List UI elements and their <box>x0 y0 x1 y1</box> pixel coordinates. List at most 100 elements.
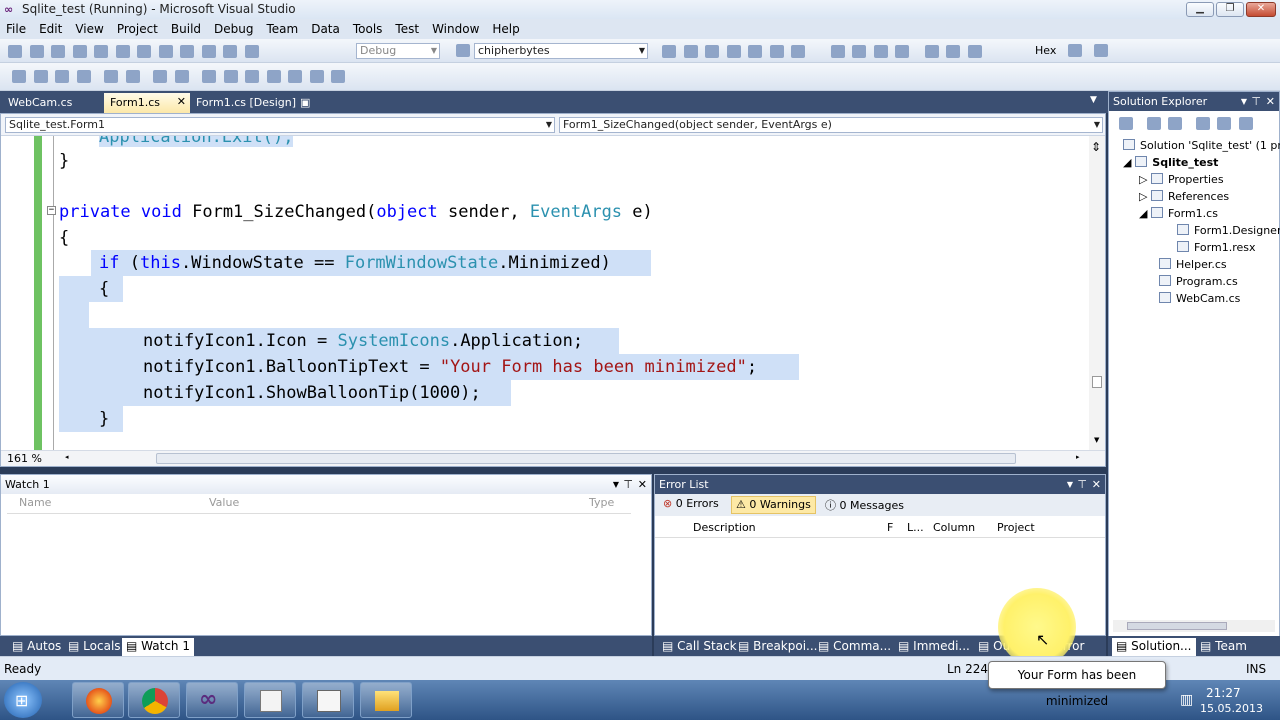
close-tab-icon[interactable]: ✕ <box>177 95 186 108</box>
pane-menu-icon[interactable]: ▼ <box>1067 475 1073 494</box>
menu-debug[interactable]: Debug <box>214 22 253 36</box>
close-button[interactable]: ✕ <box>1246 2 1276 17</box>
messages-filter-button[interactable]: ⓘ 0 Messages <box>821 496 908 514</box>
tab-breakpoints[interactable]: ▤ Breakpoi... <box>734 638 822 656</box>
scroll-right-icon[interactable]: ▸ <box>1076 453 1080 461</box>
column-name[interactable]: Name <box>19 496 51 509</box>
code-area[interactable]: − Application.Exit(); } private void For… <box>1 136 1089 450</box>
close-pane-icon[interactable]: ✕ <box>1266 92 1275 111</box>
menu-build[interactable]: Build <box>171 22 201 36</box>
stop-icon[interactable] <box>873 44 888 58</box>
menu-help[interactable]: Help <box>492 22 519 36</box>
pause-icon[interactable] <box>852 44 866 58</box>
tree-item-project[interactable]: ◢ Sqlite_test <box>1123 156 1218 169</box>
tree-item-references[interactable]: ▷ References <box>1139 190 1229 203</box>
tree-item-form1[interactable]: ◢ Form1.cs <box>1139 207 1218 220</box>
vertical-scrollbar[interactable]: ⇕ ▼ <box>1089 136 1105 450</box>
tree-item-properties[interactable]: ▷ Properties <box>1139 173 1224 186</box>
step-out-icon[interactable] <box>967 44 982 58</box>
next-bookmark-folder-icon[interactable] <box>288 69 302 83</box>
collapse-icon[interactable]: − <box>47 206 56 215</box>
object-browser-icon[interactable] <box>705 44 719 58</box>
add-item-icon[interactable] <box>29 44 44 58</box>
split-icon[interactable]: ⇕ <box>1091 140 1101 154</box>
start-page-icon[interactable] <box>769 44 784 58</box>
minimize-button[interactable]: ▁ <box>1186 2 1214 17</box>
solution-hscrollbar[interactable] <box>1113 620 1275 632</box>
window-icon[interactable] <box>791 44 805 58</box>
prev-bookmark-folder-icon[interactable] <box>266 69 281 83</box>
save-all-icon[interactable] <box>94 44 108 58</box>
scroll-thumb[interactable] <box>1092 376 1102 388</box>
column-project[interactable]: Project <box>997 521 1035 534</box>
find-icon[interactable] <box>331 69 345 83</box>
word-completion-icon[interactable] <box>76 69 91 83</box>
pin-icon[interactable]: ⊤ <box>1251 92 1261 111</box>
parameter-info-icon[interactable] <box>33 69 48 83</box>
view-code-icon[interactable] <box>1195 116 1210 130</box>
outdent-icon[interactable] <box>104 69 118 83</box>
close-pane-icon[interactable]: ✕ <box>638 475 647 494</box>
member-select[interactable]: Form1_SizeChanged(object sender, EventAr… <box>559 117 1103 133</box>
column-line[interactable]: L... <box>907 521 924 534</box>
find-combo[interactable]: chipherbytes ▼ <box>474 43 648 59</box>
firefox-taskbar-button[interactable] <box>72 682 124 718</box>
show-all-files-icon[interactable] <box>1146 116 1161 130</box>
class-select[interactable]: Sqlite_test.Form1 ▼ <box>5 117 555 133</box>
extension-manager-icon[interactable] <box>748 44 762 58</box>
column-file[interactable]: F <box>887 521 893 534</box>
zoom-dropdown-icon[interactable]: ◂ <box>65 453 69 461</box>
properties-icon[interactable] <box>683 44 698 58</box>
start-icon[interactable] <box>244 44 259 58</box>
new-project-icon[interactable] <box>8 44 22 58</box>
restart-icon[interactable] <box>895 44 909 58</box>
prev-bookmark-icon[interactable] <box>223 69 238 83</box>
properties-icon[interactable] <box>1119 116 1133 130</box>
clear-bookmarks-icon[interactable] <box>309 69 324 83</box>
undo-icon[interactable] <box>180 44 194 58</box>
folder-taskbar-button[interactable] <box>360 682 412 718</box>
start-button[interactable]: ⊞ <box>4 682 42 718</box>
bookmark-icon[interactable] <box>202 69 216 83</box>
menu-window[interactable]: Window <box>432 22 479 36</box>
menu-test[interactable]: Test <box>395 22 419 36</box>
menu-project[interactable]: Project <box>117 22 158 36</box>
pane-menu-icon[interactable]: ▼ <box>613 475 619 494</box>
list-members-icon[interactable] <box>12 69 26 83</box>
scroll-thumb[interactable] <box>1127 622 1227 630</box>
menu-tools[interactable]: Tools <box>353 22 383 36</box>
tab-form1-cs[interactable]: Form1.cs ✕ <box>104 93 190 113</box>
tab-webcam-cs[interactable]: WebCam.cs <box>2 93 78 113</box>
redo-icon[interactable] <box>201 44 216 58</box>
step-over-icon[interactable] <box>946 44 960 58</box>
step-into-icon[interactable] <box>924 44 939 58</box>
tab-command[interactable]: ▤ Comma... <box>814 638 895 656</box>
tree-item-program[interactable]: Program.cs <box>1159 275 1238 288</box>
close-pane-icon[interactable]: ✕ <box>1092 475 1101 494</box>
menu-file[interactable]: File <box>6 22 26 36</box>
solution-explorer-icon[interactable] <box>662 44 676 58</box>
column-column[interactable]: Column <box>933 521 975 534</box>
tree-item-form1-designer[interactable]: Form1.Designer <box>1177 224 1280 237</box>
column-type[interactable]: Type <box>589 496 614 509</box>
clock-date[interactable]: 15.05.2013 <box>1200 702 1263 715</box>
tree-item-solution[interactable]: Solution 'Sqlite_test' (1 pro <box>1123 139 1280 152</box>
network-icon[interactable]: ▥ <box>1180 692 1193 708</box>
tab-locals[interactable]: ▤ Locals <box>64 638 125 656</box>
continue-icon[interactable] <box>830 44 845 58</box>
tab-immediate[interactable]: ▤ Immedi... <box>894 638 974 656</box>
tab-form1-design[interactable]: Form1.cs [Design] ▣ <box>190 93 316 113</box>
uncomment-icon[interactable] <box>174 69 189 83</box>
toolbox-icon[interactable] <box>726 44 741 58</box>
maximize-button[interactable]: ❐ <box>1216 2 1244 17</box>
cut-icon[interactable] <box>115 44 130 58</box>
chrome-taskbar-button[interactable] <box>128 682 180 718</box>
visual-studio-taskbar-button[interactable]: ∞ <box>186 682 238 718</box>
tree-item-form1-resx[interactable]: Form1.resx <box>1177 241 1256 254</box>
pane-menu-icon[interactable]: ▼ <box>1241 92 1247 111</box>
tab-solution-explorer[interactable]: ▤ Solution... <box>1112 638 1196 656</box>
save-icon[interactable] <box>72 44 87 58</box>
menu-edit[interactable]: Edit <box>39 22 62 36</box>
paste-icon[interactable] <box>158 44 173 58</box>
open-file-icon[interactable] <box>51 44 65 58</box>
